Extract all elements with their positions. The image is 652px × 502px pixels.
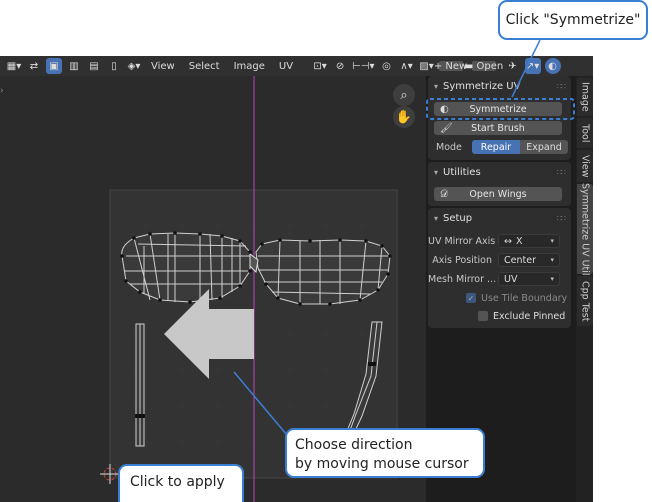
chevron-down-icon: ▾ (434, 81, 439, 91)
setup-title: Setup (443, 212, 473, 224)
uv-mirror-axis-row: UV Mirror Axis ↔ X ▾ (428, 233, 571, 249)
tab-view[interactable]: View (577, 150, 593, 182)
tab-symmetrize-uv-util[interactable]: Symmetrize UV Util (577, 182, 593, 276)
symmetrize-uv-section: ▾ Symmetrize UV ∷∷ ◐ Symmetrize 🖌 Start … (428, 76, 571, 160)
menu-view[interactable]: View (146, 61, 180, 72)
sync-selection-icon[interactable]: ⇄ (26, 58, 42, 74)
callout-choose-direction-line1: Choose direction (295, 437, 413, 453)
open-wings-label: Open Wings (469, 188, 527, 200)
callout-click-to-apply: Click to apply (118, 464, 244, 502)
chevron-down-icon: ▾ (550, 275, 554, 283)
face-select-icon[interactable]: ▤ (86, 58, 102, 74)
use-tile-boundary-row: ✓ Use Tile Boundary (428, 290, 571, 306)
symmetrize-icon: ◐ (440, 103, 449, 115)
use-tile-boundary-checkbox[interactable]: ✓ Use Tile Boundary (466, 293, 567, 304)
brush-icon: 🖌 (440, 122, 453, 134)
setup-header[interactable]: ▾ Setup ∷∷ (428, 208, 571, 228)
drag-grip-icon[interactable]: ∷∷ (557, 82, 566, 91)
uv-island-left-temple (135, 323, 145, 447)
start-brush-button[interactable]: 🖌 Start Brush (434, 121, 562, 135)
callout-choose-direction: Choose direction by moving mouse cursor (285, 428, 485, 478)
tab-tool[interactable]: Tool (577, 118, 593, 148)
drag-grip-icon[interactable]: ∷∷ (557, 168, 566, 177)
tab-cpp-test[interactable]: Cpp Test (577, 276, 593, 326)
vertex-select-icon[interactable]: ▣ (46, 58, 62, 74)
snap-target-icon[interactable]: ⊢⊣▾ (352, 58, 374, 74)
open-image-label: Open (476, 60, 504, 72)
callout-click-symmetrize-text: Click "Symmetrize" (505, 12, 641, 28)
sticky-mode-icon[interactable]: ◈▾ (126, 58, 142, 74)
axis-position-value: Center (504, 254, 536, 266)
zoom-icon[interactable]: ⌕ (393, 84, 415, 106)
image-browse-icon[interactable]: ▨▾ (419, 58, 435, 74)
symmetrize-uv-header[interactable]: ▾ Symmetrize UV ∷∷ (428, 76, 571, 96)
axis-position-label: Axis Position (432, 254, 492, 266)
pan-hand-icon[interactable]: ✋ (393, 106, 415, 128)
edge-select-icon[interactable]: ▥ (66, 58, 82, 74)
mode-expand-option[interactable]: Expand (520, 140, 568, 154)
proportional-edit-icon[interactable]: ◎ (379, 58, 395, 74)
uv-mirror-axis-dropdown[interactable]: ↔ X ▾ (498, 234, 560, 248)
pin-icon[interactable]: ✈ (505, 58, 521, 74)
falloff-icon[interactable]: ∧▾ (399, 58, 415, 74)
snap-icon[interactable]: ⊘ (332, 58, 348, 74)
checkbox-empty-icon (478, 311, 488, 321)
symmetrize-button[interactable]: ◐ Symmetrize (434, 102, 562, 116)
island-select-icon[interactable]: ▯ (106, 58, 122, 74)
use-tile-boundary-label: Use Tile Boundary (481, 292, 568, 304)
drag-grip-icon[interactable]: ∷∷ (557, 214, 566, 223)
wings-icon: 𝒟 (440, 188, 448, 200)
start-brush-label: Start Brush (471, 122, 525, 134)
editor-type-icon[interactable]: ▦▾ (6, 58, 22, 74)
exclude-pinned-label: Exclude Pinned (493, 310, 566, 322)
mesh-mirror-dropdown[interactable]: UV ▾ (498, 272, 560, 286)
overlay-icon[interactable]: ◐ (544, 58, 561, 74)
tab-cpp-test-label: Cpp Test (579, 280, 591, 322)
toolbar-expand-icon[interactable]: › (0, 86, 4, 96)
axis-position-dropdown[interactable]: Center ▾ (498, 253, 560, 267)
new-image-button[interactable]: + New (434, 61, 467, 72)
open-image-button[interactable]: ▬ Open (464, 61, 503, 72)
symmetrize-button-label: Symmetrize (469, 103, 527, 115)
menu-image[interactable]: Image (229, 61, 270, 72)
chevron-down-icon: ▾ (434, 167, 439, 177)
menu-select[interactable]: Select (184, 61, 225, 72)
uv-display-icon[interactable]: ↗▾ (524, 58, 541, 74)
tab-view-label: View (579, 154, 591, 178)
menu-uv[interactable]: UV (274, 61, 298, 72)
uv-editor-header: ▦▾ ⇄ ▣ ▥ ▤ ▯ ◈▾ View Select Image UV ⊡▾ … (0, 56, 593, 76)
chevron-down-icon: ▾ (434, 213, 439, 223)
sidebar-tabs: Image Tool View Symmetrize UV Util Cpp T… (576, 76, 593, 502)
mode-row: Mode Repair Expand (428, 139, 571, 155)
tab-image-label: Image (579, 82, 591, 112)
mesh-mirror-value: UV (504, 273, 518, 285)
utilities-title: Utilities (443, 166, 481, 178)
uv-mirror-axis-value: X (515, 235, 523, 247)
exclude-pinned-row: Exclude Pinned (428, 308, 571, 324)
axis-position-row: Axis Position Center ▾ (428, 252, 571, 268)
mode-label: Mode (436, 141, 462, 153)
callout-click-symmetrize: Click "Symmetrize" (498, 0, 648, 40)
mesh-mirror-label: Mesh Mirror ... (428, 273, 497, 285)
uv-mirror-axis-label: UV Mirror Axis (428, 235, 496, 247)
axis-arrows-icon: ↔ (504, 235, 512, 247)
chevron-down-icon: ▾ (550, 256, 554, 264)
uv-island-right-lens (255, 239, 391, 305)
utilities-header[interactable]: ▾ Utilities ∷∷ (428, 162, 571, 182)
tab-image[interactable]: Image (577, 78, 593, 116)
open-wings-button[interactable]: 𝒟 Open Wings (434, 187, 562, 201)
callout-choose-direction-line2: by moving mouse cursor (295, 456, 469, 472)
exclude-pinned-checkbox[interactable]: Exclude Pinned (478, 311, 565, 322)
callout-click-to-apply-text: Click to apply (130, 474, 225, 490)
mesh-mirror-row: Mesh Mirror ... UV ▾ (428, 271, 571, 287)
chevron-down-icon: ▾ (550, 237, 554, 245)
symmetrize-uv-title: Symmetrize UV (443, 80, 521, 92)
pivot-icon[interactable]: ⊡▾ (312, 58, 328, 74)
tab-symmetrize-uv-util-label: Symmetrize UV Util (579, 182, 591, 276)
checkmark-icon: ✓ (466, 293, 476, 303)
utilities-section: ▾ Utilities ∷∷ 𝒟 Open Wings (428, 162, 571, 206)
setup-section: ▾ Setup ∷∷ UV Mirror Axis ↔ X ▾ Axis Pos… (428, 208, 571, 328)
mode-repair-option[interactable]: Repair (472, 140, 520, 154)
tab-tool-label: Tool (579, 123, 591, 143)
